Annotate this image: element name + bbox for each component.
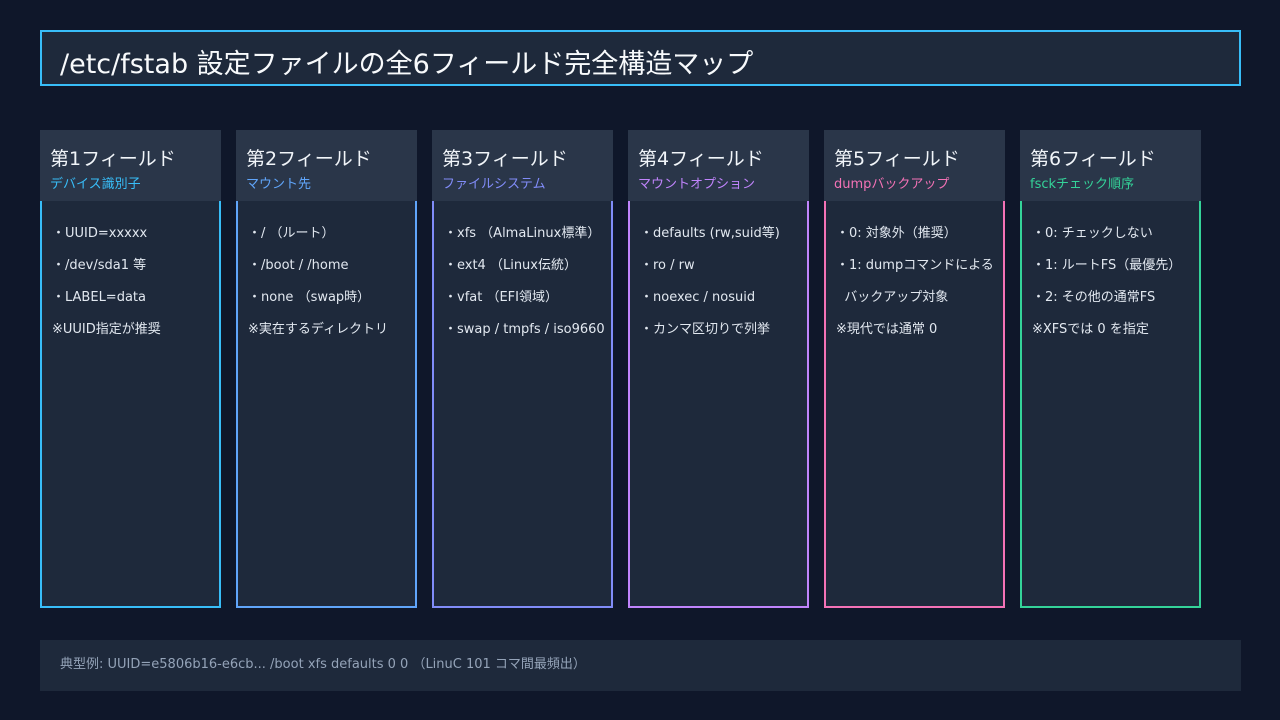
field-column-5: 第5フィールド dumpバックアップ ・0: 対象外（推奨） ・1: dumpコマンド… — [824, 130, 1005, 610]
field-line: ・0: 対象外（推奨） — [836, 226, 957, 241]
field-line: ・LABEL=data — [52, 290, 146, 305]
field-column-6: 第6フィールド fsckチェック順序・0: チェックしない・1: ルートFS（最優… — [1020, 130, 1201, 610]
field-line: ・noexec / nosuid — [640, 290, 756, 305]
field-subtitle: デバイス識別子 — [50, 177, 141, 192]
field-line: ・1: ルートFS（最優先） — [1032, 258, 1182, 273]
example-footer: 典型例: UUID=e5806b16-e6cb... /boot xfs def… — [40, 640, 1241, 691]
field-subtitle: マウントオプション — [638, 177, 756, 192]
field-line: ・/dev/sda1 等 — [52, 258, 147, 273]
field-line: ※現代では通常 0 — [836, 322, 938, 337]
field-line: ・none （swap時） — [248, 290, 371, 305]
field-name: 第2フィールド — [246, 148, 372, 170]
field-body: ・0: 対象外（推奨） ・1: dumpコマンドによる バックアップ対象 ※現代では… — [824, 201, 1005, 608]
field-name: 第4フィールド — [638, 148, 764, 170]
field-line: ・ext4 （Linux伝統） — [444, 258, 577, 273]
field-line: ・/ （ルート） — [248, 226, 335, 241]
field-line: ※実在するディレクトリ — [248, 322, 388, 337]
field-column-4: 第4フィールドマウントオプション・defaults (rw,suid等) ・ro … — [628, 130, 809, 610]
field-header: 第1フィールドデバイス識別子 — [40, 130, 221, 201]
field-line: ・swap / tmpfs / iso9660 — [444, 322, 605, 337]
field-body: ・xfs （AlmaLinux標準） ・ext4 （Linux伝統） ・vfat （… — [432, 201, 613, 608]
field-body: ・0: チェックしない・1: ルートFS（最優先） ・2: その他の通常FS ※XF… — [1020, 201, 1201, 608]
field-header: 第3フィールドファイルシステム — [432, 130, 613, 201]
field-subtitle: fsckチェック順序 — [1030, 177, 1135, 192]
field-body: ・/ （ルート） ・/boot / /home ・none （swap時） ※実在する… — [236, 201, 417, 608]
field-line: ※UUID指定が推奨 — [52, 322, 161, 337]
field-line: ・UUID=xxxxx — [52, 226, 148, 241]
field-line: ※XFSでは 0 を指定 — [1032, 322, 1149, 337]
field-name: 第5フィールド — [834, 148, 960, 170]
field-header: 第5フィールド dumpバックアップ — [824, 130, 1005, 201]
field-header: 第4フィールドマウントオプション — [628, 130, 809, 201]
footer-text: 典型例: UUID=e5806b16-e6cb... /boot xfs def… — [60, 657, 586, 672]
field-subtitle: dumpバックアップ — [834, 177, 950, 192]
field-header: 第2フィールドマウント先 — [236, 130, 417, 201]
field-header: 第6フィールド fsckチェック順序 — [1020, 130, 1201, 201]
field-line: ・defaults (rw,suid等) — [640, 226, 780, 241]
field-line: ・vfat （EFI領域） — [444, 290, 558, 305]
field-body: ・UUID=xxxxx ・/dev/sda1 等・LABEL=data ※UUID指… — [40, 201, 221, 608]
page-title: /etc/fstab 設定ファイルの全6フィールド完全構造マップ — [60, 49, 754, 80]
field-line: ・2: その他の通常FS — [1032, 290, 1156, 305]
field-column-3: 第3フィールドファイルシステム・xfs （AlmaLinux標準） ・ext4 （… — [432, 130, 613, 610]
field-line: ・/boot / /home — [248, 258, 349, 273]
field-column-1: 第1フィールドデバイス識別子 ・UUID=xxxxx ・/dev/sda1 等・LA… — [40, 130, 221, 610]
field-line: ・ro / rw — [640, 258, 695, 273]
field-body: ・defaults (rw,suid等) ・ro / rw ・noexec / no… — [628, 201, 809, 608]
title-box: /etc/fstab 設定ファイルの全6フィールド完全構造マップ — [40, 30, 1241, 86]
field-name: 第6フィールド — [1030, 148, 1156, 170]
field-line: ・0: チェックしない — [1032, 226, 1153, 241]
field-line: ・カンマ区切りで列挙 — [640, 322, 771, 337]
field-name: 第1フィールド — [50, 148, 176, 170]
field-name: 第3フィールド — [442, 148, 568, 170]
field-subtitle: マウント先 — [246, 177, 312, 192]
field-subtitle: ファイルシステム — [442, 177, 546, 192]
field-line: バックアップ対象 — [836, 290, 949, 305]
field-column-2: 第2フィールドマウント先・/ （ルート） ・/boot / /home ・none … — [236, 130, 417, 610]
field-line: ・xfs （AlmaLinux標準） — [444, 226, 601, 241]
field-line: ・1: dumpコマンドによる — [836, 258, 994, 273]
